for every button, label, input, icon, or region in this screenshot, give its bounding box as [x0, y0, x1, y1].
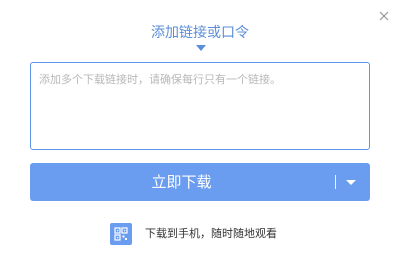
download-now-label: 立即下载: [151, 173, 212, 191]
qr-code-icon: [110, 223, 132, 245]
link-input-box[interactable]: [30, 62, 370, 150]
button-divider: [335, 175, 336, 189]
add-link-dialog: 添加链接或口令 立即下载 下载到手机，随时随地观看: [0, 0, 400, 276]
close-icon: [379, 11, 389, 21]
dialog-title: 添加链接或口令: [151, 25, 249, 41]
download-now-button[interactable]: 立即下载: [30, 163, 370, 201]
link-input[interactable]: [31, 63, 369, 149]
title-caret-icon: [196, 45, 206, 51]
caret-down-icon[interactable]: [346, 180, 356, 185]
download-to-phone-label: 下载到手机，随时随地观看: [145, 227, 277, 240]
close-button[interactable]: [376, 8, 392, 24]
